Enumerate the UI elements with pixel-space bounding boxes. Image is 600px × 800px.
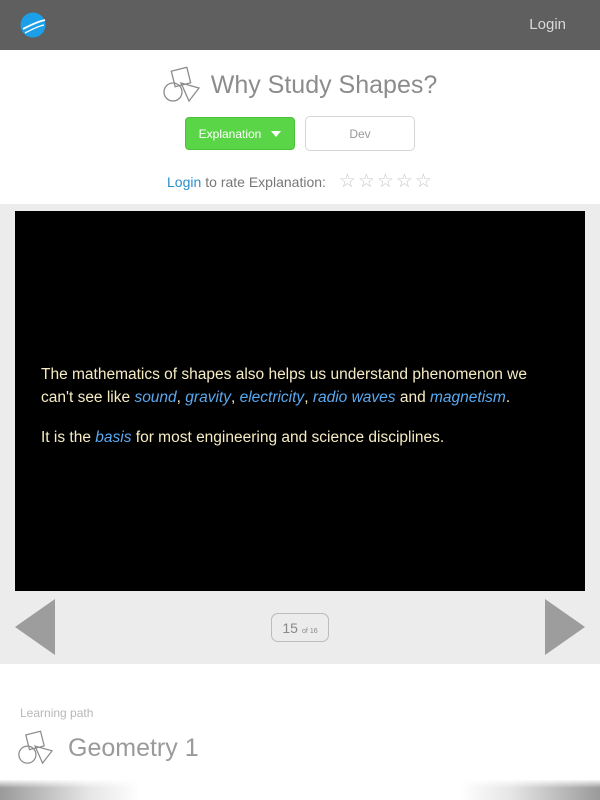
keyword-electricity[interactable]: electricity: [240, 389, 305, 406]
star-2-icon[interactable]: ☆: [357, 172, 376, 192]
shapes-icon: [18, 730, 54, 765]
keyword-basis[interactable]: basis: [95, 429, 131, 446]
text-span: It is the: [41, 429, 96, 446]
page-total: 16: [309, 628, 318, 635]
keyword-gravity[interactable]: gravity: [185, 389, 231, 406]
page-counter[interactable]: 15 of 16: [271, 613, 329, 642]
next-arrow-icon[interactable]: [545, 599, 585, 655]
slide: The mathematics of shapes also helps us …: [15, 211, 585, 591]
learning-path-label: Learning path: [20, 706, 94, 720]
explanation-label: Explanation: [198, 126, 262, 141]
caret-down-icon: [271, 131, 282, 137]
shapes-icon: [163, 66, 200, 103]
slide-viewer: The mathematics of shapes also helps us …: [0, 204, 600, 664]
top-bar: Login: [0, 0, 600, 50]
learning-path-title[interactable]: Geometry 1: [68, 734, 199, 763]
text-span: for most engineering and science discipl…: [131, 429, 445, 446]
slide-paragraph-1: The mathematics of shapes also helps us …: [41, 363, 561, 409]
star-3-icon[interactable]: ☆: [376, 172, 395, 192]
text-span: .: [505, 389, 511, 406]
rate-login-link[interactable]: Login: [167, 174, 201, 190]
explanation-dropdown-button[interactable]: Explanation: [185, 117, 295, 150]
learning-path-row: Geometry 1: [16, 730, 199, 766]
keyword-radio-waves[interactable]: radio waves: [313, 389, 396, 406]
lesson-header: Why Study Shapes? Explanation Dev Login …: [0, 50, 600, 204]
star-5-icon[interactable]: ☆: [414, 172, 433, 192]
prev-arrow-icon[interactable]: [15, 599, 55, 655]
star-rating: ☆ ☆ ☆ ☆ ☆: [338, 172, 433, 192]
keyword-sound[interactable]: sound: [134, 389, 176, 406]
slide-paragraph-2: It is the basis for most engineering and…: [41, 426, 561, 449]
bottom-strip: [0, 780, 600, 800]
page-title: Why Study Shapes?: [210, 70, 438, 99]
text-span: ,: [304, 389, 313, 406]
rating-row: Login to rate Explanation: ☆ ☆ ☆ ☆ ☆: [167, 172, 433, 192]
title-row: Why Study Shapes?: [0, 65, 600, 105]
slide-text: The mathematics of shapes also helps us …: [41, 363, 561, 466]
page-of: of: [301, 628, 308, 635]
text-span: and: [395, 389, 431, 406]
star-1-icon[interactable]: ☆: [338, 172, 357, 192]
keyword-magnetism[interactable]: magnetism: [430, 389, 506, 406]
text-span: ,: [230, 389, 240, 406]
star-4-icon[interactable]: ☆: [395, 172, 414, 192]
page-current: 15: [282, 620, 298, 636]
login-link[interactable]: Login: [529, 16, 566, 33]
globe-logo-icon[interactable]: [20, 12, 46, 38]
text-span: ,: [176, 389, 186, 406]
dev-label: Dev: [349, 126, 371, 141]
rate-text: to rate Explanation:: [205, 174, 326, 190]
dev-button[interactable]: Dev: [305, 116, 415, 151]
